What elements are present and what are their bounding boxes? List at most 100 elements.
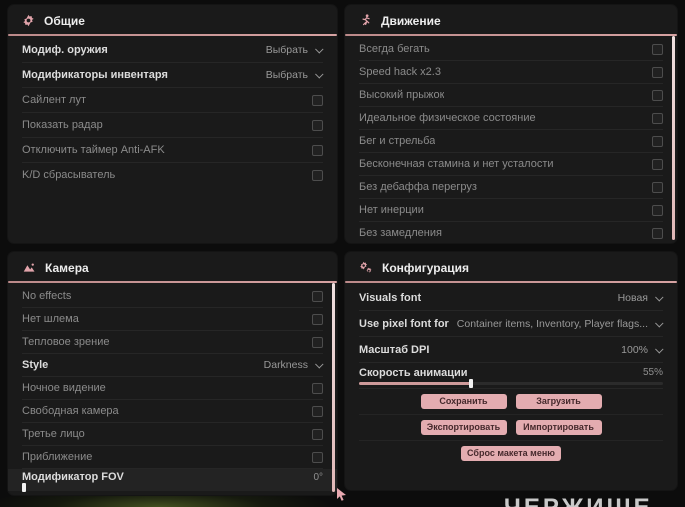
checkbox-row: Приближение [22,446,323,469]
checkbox[interactable] [652,66,663,78]
image-icon [22,261,36,274]
dropdown-row: Масштаб DPI 100% [359,337,664,363]
chevron-down-icon [655,344,664,354]
setting-label: Без дебаффа перегруз [359,181,477,193]
checkbox-row: Нет шлема [22,308,323,331]
checkbox-row: Тепловое зрение [22,331,323,354]
panel-camera-header: Камера [8,252,337,281]
panel-title: Конфигурация [382,260,470,275]
scrollbar[interactable] [332,283,335,492]
checkbox[interactable] [312,428,323,440]
import-button[interactable]: Импортировать [515,419,602,436]
checkbox-row: Speed hack x2.3 [359,61,663,84]
checkbox-row: Нет инерции [359,199,663,222]
checkbox[interactable] [312,313,323,325]
dropdown[interactable]: Выбрать [265,69,324,81]
panel-title: Камера [45,260,89,275]
slider-value: 0° [313,471,323,483]
panel-movement: Движение Всегда бегать Speed hack x2.3 Выс… [345,5,677,243]
checkbox[interactable] [312,405,323,417]
export-button[interactable]: Экспортировать [420,419,507,436]
checkbox[interactable] [652,158,663,170]
dropdown-value: Выбрать [265,44,308,56]
setting-label: Всегда бегать [359,43,430,55]
checkbox-row: Бесконечная стамина и нет усталости [359,153,663,176]
mouse-cursor [336,488,347,506]
chevron-down-icon [315,360,324,369]
checkbox-row: Свободная камера [22,400,323,423]
save-button[interactable]: Сохранить [420,393,507,410]
setting-label: Модификаторы инвентаря [22,69,168,81]
checkbox-row: Показать радар [22,113,323,138]
chevron-down-icon [315,70,324,79]
slider[interactable] [359,378,663,388]
checkbox[interactable] [652,112,663,124]
slider-thumb[interactable] [22,483,26,492]
slider-value: 55% [642,367,663,378]
button-row: Сброс макета меню [359,441,663,466]
slider[interactable] [22,483,323,492]
chevron-down-icon [655,318,664,328]
reset-menu-layout-button[interactable]: Сброс макета меню [461,445,561,462]
checkbox[interactable] [312,290,323,302]
checkbox[interactable] [652,135,663,147]
checkbox[interactable] [312,144,323,156]
setting-label: Нет инерции [359,204,424,216]
scrollbar[interactable] [672,36,675,240]
checkbox[interactable] [652,181,663,193]
setting-label: Ночное видение [22,382,106,394]
chevron-down-icon [315,45,324,54]
checkbox-row: Ночное видение [22,377,323,400]
setting-label: Третье лицо [22,428,85,440]
panel-general: Общие Модиф. оружия Выбрать Модификаторы и… [8,5,337,243]
setting-label: Высокий прыжок [359,89,445,101]
panel-camera: Камера No effects Нет шлема Тепловое зрени… [8,252,337,495]
dropdown-value: Container items, Inventory, Player flags… [456,317,648,330]
panel-config-header: Конфигурация [345,252,677,281]
checkbox[interactable] [652,204,663,216]
dropdown[interactable]: Выбрать [265,44,324,56]
setting-label: Сайлент лут [22,94,86,106]
gear-icon [22,14,35,27]
chevron-down-icon [655,292,664,302]
checkbox-row: Идеальное физическое состояние [359,107,663,130]
dropdown-row: Модификаторы инвентаря Выбрать [22,63,324,88]
checkbox[interactable] [312,382,323,394]
load-button[interactable]: Загрузить [515,393,602,410]
checkbox-row: Отключить таймер Anti-AFK [22,138,323,163]
setting-label: Масштаб DPI [359,343,430,356]
setting-label: Нет шлема [22,313,79,325]
panel-title: Движение [381,13,441,28]
gears-icon [359,261,373,275]
checkbox-row: No effects [22,285,323,308]
dropdown-value: 100% [621,343,648,356]
panel-general-header: Общие [8,5,337,34]
checkbox-row: Всегда бегать [359,38,663,61]
checkbox[interactable] [652,89,663,101]
setting-label: Свободная камера [22,405,119,417]
dropdown-row: Use pixel font for Container items, Inven… [359,311,664,337]
checkbox[interactable] [652,227,663,239]
dropdown[interactable]: 100% [621,343,664,356]
setting-label: Идеальное физическое состояние [359,112,536,124]
checkbox[interactable] [312,94,323,106]
setting-label: Speed hack x2.3 [359,66,441,78]
checkbox[interactable] [652,43,663,55]
setting-label: Visuals font [359,291,422,304]
setting-label: Style [22,359,49,371]
checkbox[interactable] [312,336,323,348]
panel-title: Общие [44,13,85,28]
slider-fill [359,381,472,385]
dropdown[interactable]: Darkness [264,359,324,371]
checkbox-row: K/D сбрасыватель [22,163,323,187]
slider-thumb[interactable] [469,378,474,388]
dropdown-value: Выбрать [265,69,308,81]
dropdown[interactable]: Новая [618,292,664,304]
setting-label: No effects [22,290,72,302]
checkbox[interactable] [312,169,323,181]
checkbox-row: Высокий прыжок [359,84,663,107]
checkbox[interactable] [312,119,323,131]
dropdown[interactable]: Container items, Inventory, Player flags… [456,317,664,330]
setting-label: Use pixel font for [359,317,449,330]
checkbox[interactable] [312,451,323,463]
